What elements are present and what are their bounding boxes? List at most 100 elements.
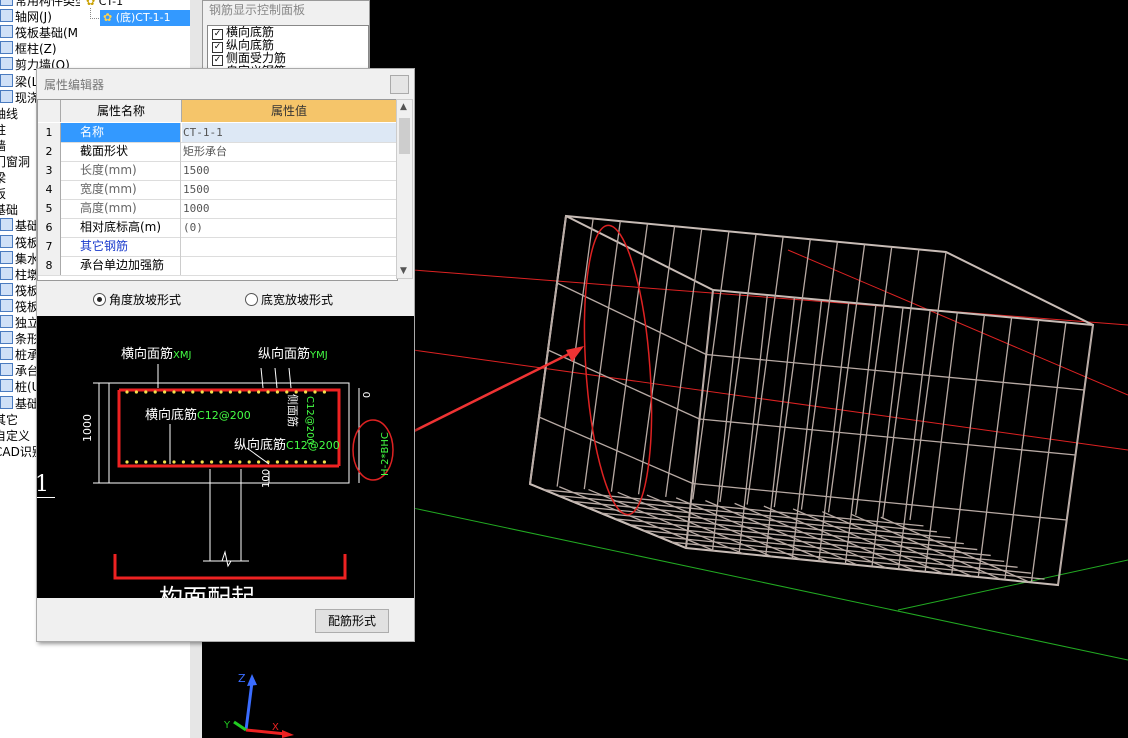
tree-item[interactable]: 轴网(J) bbox=[0, 9, 52, 25]
raft-icon bbox=[0, 282, 13, 296]
row-number: 7 bbox=[38, 237, 61, 256]
tree-item[interactable]: 柱墩 bbox=[0, 266, 39, 283]
axis-gizmo: Z X Y bbox=[223, 672, 294, 738]
rebar-display-panel: 钢筋显示控制面板 ✓横向底筋✓纵向底筋✓侧面受力筋✓自定义钢筋一 bbox=[202, 0, 370, 71]
radio-angle-slope[interactable]: 角度放坡形式 bbox=[93, 291, 181, 308]
rebar-dot bbox=[163, 390, 167, 394]
3d-view[interactable] bbox=[368, 0, 1128, 738]
chevron-down-icon[interactable]: ▼ bbox=[400, 266, 407, 276]
table-row[interactable]: 4 宽度(mm) 1500 bbox=[38, 180, 397, 200]
beam-icon bbox=[0, 73, 13, 87]
tree-item[interactable]: 基础 bbox=[0, 395, 39, 412]
tree-item[interactable]: 基础 bbox=[0, 218, 39, 234]
col-header-name[interactable]: 属性名称 bbox=[61, 100, 182, 122]
raft-icon bbox=[0, 298, 13, 312]
table-row[interactable]: 3 长度(mm) 1500 bbox=[38, 161, 397, 181]
rebar-dot bbox=[266, 390, 270, 394]
leader-line bbox=[288, 367, 292, 389]
scrollbar-thumb[interactable] bbox=[399, 118, 410, 154]
property-value[interactable]: 1500 bbox=[182, 180, 397, 199]
tree-item[interactable]: 筏板基础(M bbox=[0, 25, 78, 41]
tree-item[interactable]: 墙 bbox=[0, 138, 6, 154]
rebar-bar bbox=[746, 236, 784, 505]
pile-icon bbox=[0, 379, 13, 393]
row-number: 1 bbox=[38, 123, 61, 142]
config-button[interactable]: 配筋形式 bbox=[315, 609, 389, 633]
rebar-panel-title: 钢筋显示控制面板 bbox=[209, 3, 306, 17]
tree-selected-item[interactable]: ✿ (底)CT-1-1 bbox=[100, 10, 190, 26]
tree-item[interactable]: 框柱(Z) bbox=[0, 41, 57, 57]
table-row[interactable]: 7 其它钢筋 bbox=[38, 237, 397, 257]
property-value[interactable]: 1500 bbox=[182, 161, 397, 180]
tree-item[interactable]: 筏板 bbox=[0, 282, 39, 299]
tree-item[interactable]: 自定义 bbox=[0, 428, 30, 444]
table-row[interactable]: 2 截面形状 矩形承台 bbox=[38, 142, 397, 162]
grid-scrollbar[interactable]: ▲ ▼ bbox=[396, 99, 413, 279]
gear-icon: ✿ bbox=[103, 11, 113, 24]
tree-item[interactable]: 柱 bbox=[0, 122, 6, 138]
rebar-bar bbox=[880, 516, 1030, 583]
close-icon[interactable] bbox=[390, 75, 409, 94]
tree-item[interactable]: 轴线 bbox=[0, 106, 18, 122]
isolated-footing-icon bbox=[0, 315, 13, 328]
slope-options: 角度放坡形式 底宽放坡形式 bbox=[37, 287, 414, 311]
rebar-bar bbox=[705, 500, 858, 566]
table-row[interactable]: 1 名称 CT-1-1 bbox=[38, 123, 397, 143]
tree-item[interactable]: 筏板 bbox=[0, 234, 39, 251]
tree-item[interactable]: 基础 bbox=[0, 202, 18, 218]
rebar-dot bbox=[153, 390, 157, 394]
table-row[interactable]: 6 相对底标高(m) (0) bbox=[38, 218, 397, 238]
rebar-dot bbox=[219, 460, 223, 464]
tree-item-label: 其它 bbox=[0, 412, 19, 427]
gear-icon: ✿ bbox=[86, 0, 96, 8]
rebar-bar bbox=[734, 502, 887, 569]
rebar-dot bbox=[219, 390, 223, 394]
table-row[interactable]: 8 承台单边加强筋 bbox=[38, 256, 397, 276]
highlight-ellipse bbox=[583, 224, 653, 516]
radio-width-slope[interactable]: 底宽放坡形式 bbox=[245, 291, 333, 308]
rebar-dot bbox=[228, 390, 232, 394]
rebar-bar bbox=[692, 482, 1067, 521]
rebar-bar bbox=[800, 241, 839, 510]
z-arrow bbox=[247, 674, 257, 686]
rebar-dot bbox=[125, 390, 129, 394]
tree-item[interactable]: 其它 bbox=[0, 412, 18, 428]
dim-zero-label: 0 bbox=[362, 391, 373, 398]
tree-item[interactable]: 桩(U bbox=[0, 379, 40, 395]
property-value[interactable]: 1000 bbox=[182, 199, 397, 218]
property-name: 其它钢筋 bbox=[61, 237, 181, 256]
rebar-bar bbox=[882, 249, 920, 518]
tree-item[interactable]: 条形 bbox=[0, 331, 39, 347]
property-value[interactable]: (0) bbox=[182, 218, 397, 237]
property-value[interactable] bbox=[182, 256, 397, 275]
rebar-bar bbox=[675, 497, 830, 563]
tree-root-item[interactable]: ✿ CT-1 bbox=[86, 0, 123, 8]
rebar-dot bbox=[172, 460, 176, 464]
tree-item[interactable]: 集水 bbox=[0, 250, 39, 267]
tree-item[interactable]: 门窗洞 bbox=[0, 154, 30, 170]
tree-item[interactable]: 独立 bbox=[0, 315, 39, 331]
table-row[interactable]: 5 高度(mm) 1000 bbox=[38, 199, 397, 219]
tree-root-label: CT-1 bbox=[98, 0, 124, 8]
tree-item[interactable]: 现浇 bbox=[0, 89, 39, 106]
tree-item[interactable]: 板 bbox=[0, 186, 6, 202]
tree-item-label: 常用构件类型 bbox=[15, 0, 81, 8]
tree-item-label: 门窗洞 bbox=[0, 155, 31, 169]
section-drawing bbox=[93, 364, 394, 580]
tree-item[interactable]: 常用构件类型 bbox=[0, 0, 81, 9]
property-value[interactable]: CT-1-1 bbox=[182, 123, 397, 142]
pile-cap-icon bbox=[0, 347, 13, 361]
tree-item[interactable]: 梁 bbox=[0, 170, 6, 186]
sump-icon bbox=[0, 250, 13, 264]
tree-item[interactable]: 筏板 bbox=[0, 298, 39, 315]
tree-item[interactable]: 桩承 bbox=[0, 347, 39, 363]
tree-item-label: 筏板基础(M bbox=[15, 26, 79, 41]
col-header-value[interactable]: 属性值 bbox=[182, 100, 396, 122]
property-value[interactable] bbox=[182, 237, 397, 256]
editor-titlebar[interactable]: 属性编辑器 bbox=[37, 69, 414, 99]
chevron-up-icon[interactable]: ▲ bbox=[400, 102, 407, 112]
radio-angle-label: 角度放坡形式 bbox=[109, 293, 182, 307]
property-value[interactable]: 矩形承台 bbox=[182, 142, 397, 161]
tree-connector bbox=[90, 8, 99, 19]
tree-item[interactable]: 承台 bbox=[0, 363, 39, 379]
